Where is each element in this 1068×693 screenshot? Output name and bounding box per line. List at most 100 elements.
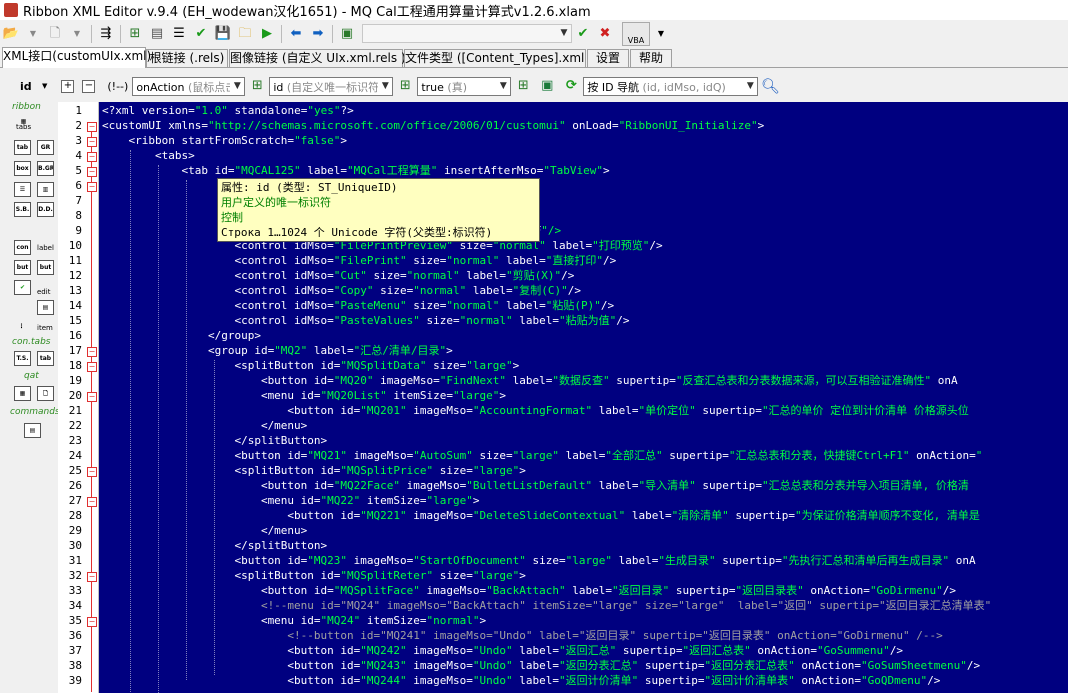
checkbox-element-icon[interactable]: ✔ bbox=[14, 280, 31, 295]
code-line[interactable]: <control idMso="Cut" size="normal" label… bbox=[102, 268, 574, 283]
code-line[interactable]: <button id="MQ201" imageMso="AccountingF… bbox=[102, 403, 968, 418]
item-element[interactable]: item bbox=[37, 324, 53, 332]
dropdown-icon[interactable]: ▼ bbox=[652, 25, 670, 43]
fold-toggle-icon[interactable]: − bbox=[87, 137, 97, 147]
code-line[interactable]: <customUI xmlns="http://schemas.microsof… bbox=[102, 118, 764, 133]
fold-toggle-icon[interactable]: − bbox=[87, 392, 97, 402]
fold-toggle-icon[interactable]: − bbox=[87, 122, 97, 132]
code-line[interactable]: </group> bbox=[102, 328, 261, 343]
chevron-down-icon[interactable]: ▼ bbox=[557, 25, 571, 42]
attribute-name-combo[interactable]: id (自定义唯一标识符 ▼ bbox=[269, 76, 394, 96]
fold-toggle-icon[interactable]: − bbox=[87, 497, 97, 507]
tab-element-icon[interactable]: tab bbox=[14, 140, 31, 155]
indent-icon[interactable]: ☰ bbox=[170, 25, 188, 43]
box-element-icon[interactable]: box bbox=[14, 161, 31, 176]
code-line[interactable]: <menu id="MQ20List" itemSize="large"> bbox=[102, 388, 506, 403]
forward-arrow-icon[interactable]: ➡ bbox=[309, 25, 327, 43]
fold-toggle-icon[interactable]: − bbox=[87, 617, 97, 627]
code-line[interactable]: <splitButton id="MQSplitReter" size="lar… bbox=[102, 568, 525, 583]
chevron-down-icon[interactable]: ▼ bbox=[230, 77, 245, 95]
code-line[interactable]: <button id="MQ221" imageMso="DeleteSlide… bbox=[102, 508, 980, 523]
code-line[interactable]: <ribbon startFromScratch="false"> bbox=[102, 133, 347, 148]
button-group-element-icon[interactable]: B.GR bbox=[37, 161, 54, 176]
code-line[interactable]: <button id="MQ23" imageMso="StartOfDocum… bbox=[102, 553, 975, 568]
edit-element[interactable]: edit bbox=[37, 288, 50, 296]
fold-toggle-icon[interactable]: − bbox=[87, 572, 97, 582]
code-line[interactable]: <menu id="MQ22" itemSize="large"> bbox=[102, 493, 480, 508]
search-icon[interactable]: 🔍︎ bbox=[760, 76, 780, 96]
label-element[interactable]: label bbox=[37, 244, 54, 252]
accept-check-icon[interactable]: ✔ bbox=[574, 25, 592, 43]
code-line[interactable]: <control idMso="FilePrint" size="normal"… bbox=[102, 253, 616, 268]
code-line[interactable]: </splitButton> bbox=[102, 433, 327, 448]
code-line[interactable]: <control idMso="Copy" size="normal" labe… bbox=[102, 283, 581, 298]
apply-value-icon[interactable]: ⊞ bbox=[513, 76, 533, 96]
shared-controls-icon[interactable]: ▦ bbox=[14, 386, 31, 401]
format-xml-icon[interactable]: ⇶ bbox=[97, 25, 115, 43]
code-line[interactable]: <control idMso="PasteMenu" size="normal"… bbox=[102, 298, 614, 313]
validate-check-icon[interactable]: ✔ bbox=[192, 25, 210, 43]
add-attribute-icon[interactable]: ⊞ bbox=[247, 76, 267, 96]
code-line[interactable]: <?xml version="1.0" standalone="yes"?> bbox=[102, 103, 354, 118]
code-line[interactable]: <!--button id="MQ241" imageMso="Undo" la… bbox=[102, 628, 942, 643]
image-icon[interactable]: ▤ bbox=[148, 25, 166, 43]
code-line[interactable]: </menu> bbox=[102, 523, 307, 538]
gallery-element-icon[interactable]: ▤ bbox=[37, 300, 54, 315]
toolbar-combo[interactable]: ▼ bbox=[362, 24, 572, 43]
chevron-down-icon[interactable]: ▼ bbox=[378, 77, 393, 95]
toggle-button-element-icon[interactable]: but bbox=[37, 260, 54, 275]
tab-help[interactable]: 帮助 bbox=[630, 49, 672, 67]
context-tab-element-icon[interactable]: tab bbox=[37, 351, 54, 366]
dialog-element-icon[interactable]: ▥ bbox=[37, 182, 54, 197]
code-line[interactable]: <tab id="MQCAL125" label="MQCal工程算量" ins… bbox=[102, 163, 609, 178]
code-line[interactable]: <control idMso="PasteValues" size="norma… bbox=[102, 313, 629, 328]
element-id-label[interactable]: id bbox=[20, 80, 42, 93]
code-line[interactable]: <tabs> bbox=[102, 148, 195, 163]
tab-settings[interactable]: 设置 bbox=[587, 49, 629, 67]
refresh-icon[interactable]: ⟳ bbox=[561, 76, 581, 96]
command-element-icon[interactable]: ▤ bbox=[24, 423, 41, 438]
expand-all-icon[interactable]: + bbox=[61, 79, 75, 93]
attribute-value-combo[interactable]: true (真) ▼ bbox=[417, 76, 512, 96]
split-button-element-icon[interactable]: S.B. bbox=[14, 202, 31, 217]
group-element-icon[interactable]: GR bbox=[37, 140, 54, 155]
collapse-all-icon[interactable]: − bbox=[82, 79, 96, 93]
fold-toggle-icon[interactable]: − bbox=[87, 152, 97, 162]
code-line[interactable]: <splitButton id="MQSplitData" size="larg… bbox=[102, 358, 519, 373]
control-element-icon[interactable]: con trol bbox=[14, 240, 31, 255]
code-line[interactable]: <button id="MQSplitFace" imageMso="BackA… bbox=[102, 583, 956, 598]
navigate-by-id-combo[interactable]: 按 ID 导航 (id, idMso, idQ) ▼ bbox=[583, 76, 759, 96]
tab-image-rels[interactable]: 图像链接 (自定义 UIx.xml.rels ) bbox=[229, 49, 406, 67]
attribute-combo[interactable]: onAction (鼠标点击 ▼ bbox=[132, 76, 246, 96]
fold-toggle-icon[interactable]: − bbox=[87, 182, 97, 192]
code-line[interactable]: <!--menu id="MQ24" imageMso="BackAttach"… bbox=[102, 598, 991, 613]
open-dropdown-icon[interactable]: ▼ bbox=[24, 25, 42, 43]
tab-content-types[interactable]: 文件类型 ([Content_Types].xml ) bbox=[404, 49, 593, 67]
save-as-icon[interactable]: 🗀 bbox=[236, 25, 254, 43]
code-line[interactable]: <button id="MQ22Face" imageMso="BulletLi… bbox=[102, 478, 969, 493]
picture-icon[interactable]: ▣ bbox=[537, 76, 557, 96]
back-arrow-icon[interactable]: ⬅ bbox=[287, 25, 305, 43]
code-line[interactable]: <button id="MQ21" imageMso="AutoSum" siz… bbox=[102, 448, 982, 463]
code-line[interactable]: </menu> bbox=[102, 418, 307, 433]
comment-button[interactable]: (!--) bbox=[107, 80, 128, 93]
code-line[interactable]: <button id="MQ243" imageMso="Undo" label… bbox=[102, 658, 980, 673]
new-dropdown-icon[interactable]: ▼ bbox=[68, 25, 86, 43]
document-controls-icon[interactable]: 🗋 bbox=[37, 386, 54, 401]
code-line[interactable]: <button id="MQ242" imageMso="Undo" label… bbox=[102, 643, 903, 658]
element-dropdown-icon[interactable]: ▼ bbox=[42, 82, 47, 90]
code-line[interactable]: <splitButton id="MQSplitPrice" size="lar… bbox=[102, 463, 525, 478]
chevron-down-icon[interactable]: ▼ bbox=[496, 77, 511, 95]
list-element-icon[interactable]: ☰ bbox=[14, 182, 31, 197]
save-icon[interactable]: 💾 bbox=[214, 25, 232, 43]
add-name-icon[interactable]: ⊞ bbox=[395, 76, 415, 96]
fold-toggle-icon[interactable]: − bbox=[87, 467, 97, 477]
open-folder-icon[interactable]: 📂 bbox=[2, 25, 20, 43]
vba-icon[interactable]: VBA bbox=[622, 21, 650, 46]
code-line[interactable]: </splitButton> bbox=[102, 538, 327, 553]
tab-customui[interactable]: XML接口(customUIx.xml) bbox=[2, 47, 151, 68]
insert-icon[interactable]: ⊞ bbox=[126, 25, 144, 43]
run-icon[interactable]: ▶ bbox=[258, 25, 276, 43]
fold-toggle-icon[interactable]: − bbox=[87, 347, 97, 357]
separator-element-icon[interactable]: ⋮ bbox=[14, 320, 29, 333]
